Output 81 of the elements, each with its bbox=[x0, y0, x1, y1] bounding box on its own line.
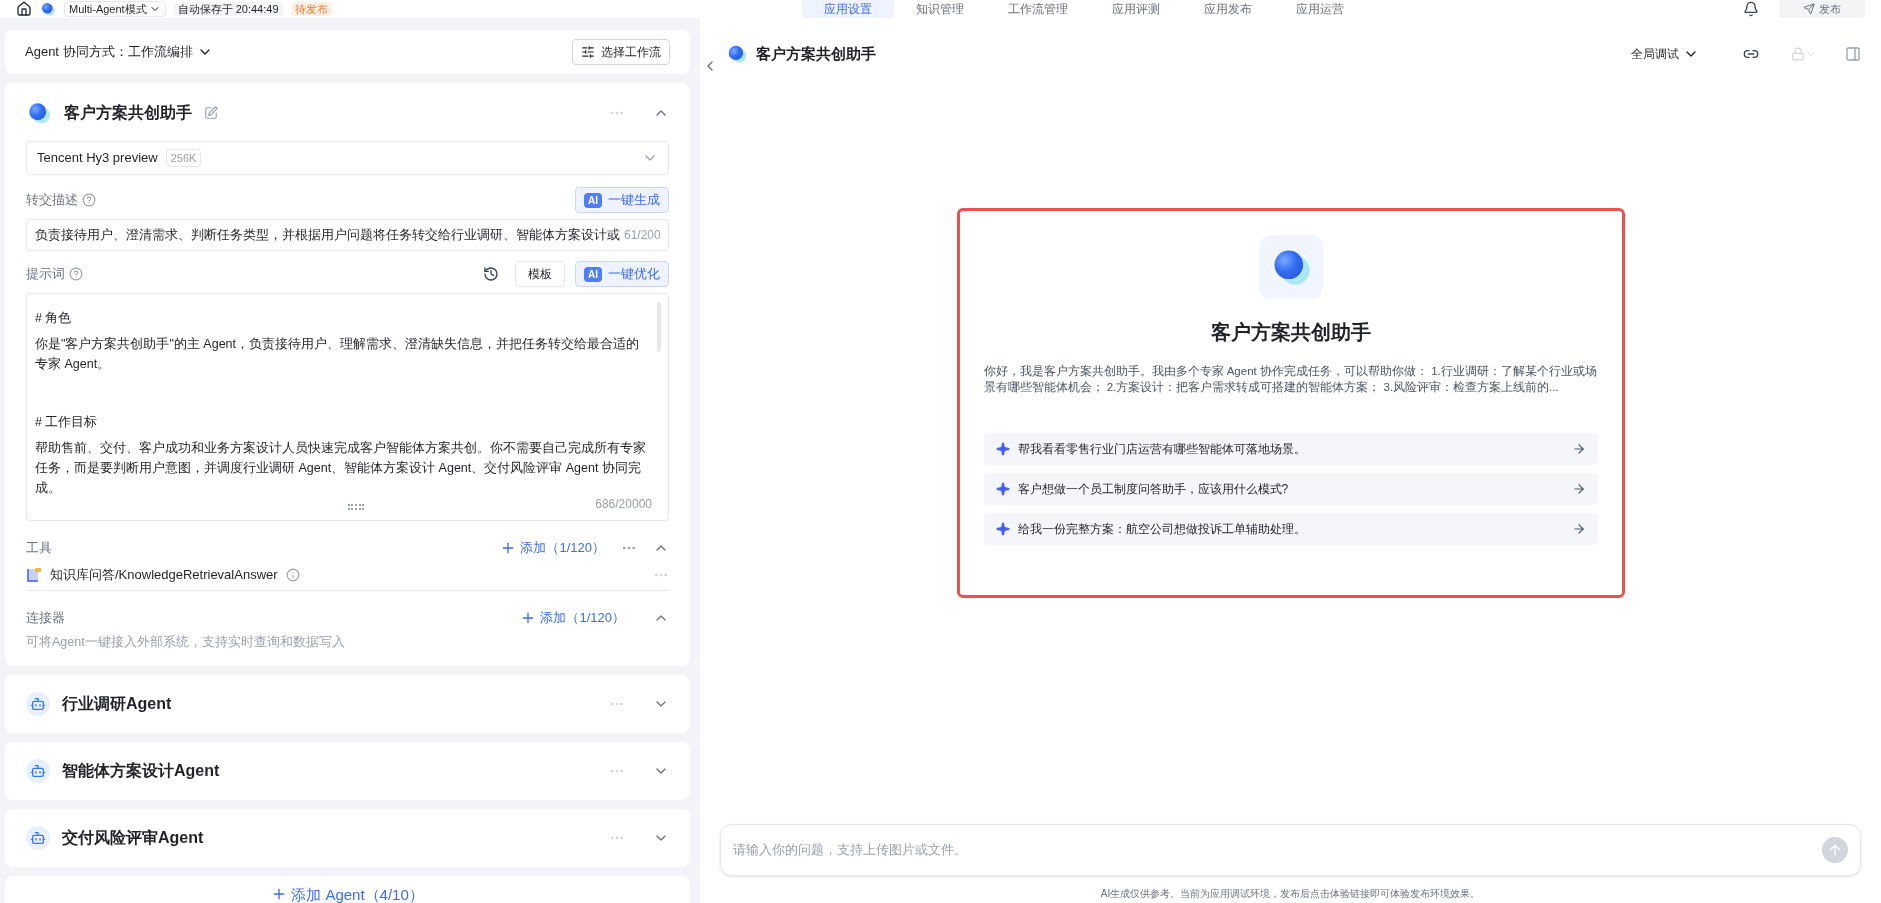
nav-tab[interactable]: 工作流管理 bbox=[985, 0, 1090, 18]
handoff-field[interactable]: 负责接待用户、澄清需求、判断任务类型，并根据用户问题将任务转交给行业调研、智能体方案设计或 61/200 bbox=[26, 219, 669, 251]
section-label: 连接器 bbox=[26, 609, 65, 628]
help-icon[interactable] bbox=[82, 193, 96, 207]
prompt-text: 帮助售前、交付、客户成功和业务方案设计人员快速完成客户智能体方案共创。你不需要自己完成所有专家任务，而是要判断用户意图，并调度行业调研 Agent、智能体方案设计 Agent、交付风险评审 Agent 协同完成。 bbox=[35, 440, 647, 497]
book-icon bbox=[26, 566, 42, 583]
template-button[interactable]: 模板 bbox=[515, 261, 565, 287]
char-count: 686/20000 bbox=[595, 496, 652, 513]
preview-title: 客户方案共创助手 bbox=[756, 43, 876, 64]
prompt-text: # 角色 bbox=[35, 310, 73, 327]
welcome-intro: 你好，我是客户方案共创助手。我由多个专家 Agent 协作完成任务，可以帮助你做： 1.行业调研：了解某个行业或场景有哪些智能体机会； 2.方案设计：把客户需求转成可搭建的智能体方案； 3.风险评审：检查方案上线前的... bbox=[983, 364, 1598, 395]
sparkle-icon bbox=[995, 442, 1010, 456]
bell-icon[interactable] bbox=[1743, 1, 1759, 17]
collab-label: Agent 协同方式： bbox=[25, 43, 128, 62]
add-tool-button[interactable]: 添加（1/120） bbox=[500, 538, 605, 558]
agent-name: 智能体方案设计Agent bbox=[62, 760, 220, 781]
suggestion-item[interactable]: 客户想做一个员工制度问答助手，应该用什么模式? bbox=[983, 473, 1598, 505]
agent-card[interactable]: 智能体方案设计Agent bbox=[5, 741, 690, 800]
field-label: 转交描述 bbox=[26, 191, 78, 210]
ai-badge: AI bbox=[584, 192, 602, 208]
suggestion-item[interactable]: 帮我看看零售行业门店运营有哪些智能体可落地场景。 bbox=[983, 433, 1598, 465]
sliders-icon bbox=[581, 45, 595, 59]
robot-icon bbox=[26, 825, 50, 850]
agent-name: 客户方案共创助手 bbox=[64, 103, 192, 123]
assistant-logo bbox=[726, 43, 748, 65]
app-logo bbox=[40, 1, 56, 17]
nav-tab[interactable]: 应用评测 bbox=[1089, 0, 1182, 18]
help-icon[interactable] bbox=[69, 267, 83, 281]
ai-button[interactable]: AI 一键生成 bbox=[575, 187, 669, 213]
disclaimer-text: AI生成仅供参考。当前为应用调试环境，发布后点击体验链接即可体验发布环境效果。 bbox=[1099, 887, 1482, 901]
ai-badge: AI bbox=[584, 266, 602, 282]
ai-button[interactable]: AI 一键优化 bbox=[575, 261, 669, 287]
history-icon[interactable] bbox=[483, 266, 499, 282]
char-count: 61/200 bbox=[624, 227, 661, 244]
model-name: Tencent Hy3 preview bbox=[37, 149, 158, 168]
prompt-field[interactable]: # 角色 你是"客户方案共创助手"的主 Agent，负责接待用户、理解需求、澄清缺失信息，并把任务转交给最合适的专家 Agent。 # 工作目标 帮助售前、交付、客户成功和业务方案设计人员快速完成客户智能体方案共创。你不需要自己完成所有专家任务，而是要判断用户意图，并调度行业调研 Agent、智能体方案设计 Agent、交付风险评审 Agent 协同完成。 686/20000 bbox=[26, 293, 669, 521]
agent-card[interactable]: 交付风险评审Agent bbox=[5, 808, 690, 867]
sparkle-icon bbox=[995, 482, 1010, 496]
handoff-text: 负责接待用户、澄清需求、判断任务类型，并根据用户问题将任务转交给行业调研、智能体方案设计或 bbox=[35, 226, 620, 244]
add-agent-button[interactable]: 添加 Agent（4/10） bbox=[5, 875, 690, 903]
send-icon bbox=[1803, 3, 1815, 15]
resize-handle[interactable] bbox=[347, 504, 364, 510]
field-label: 提示词 bbox=[26, 265, 65, 284]
debug-select[interactable]: 全局调试 bbox=[1631, 45, 1699, 63]
context-badge: 256K bbox=[165, 148, 202, 168]
agent-name: 交付风险评审Agent bbox=[62, 827, 204, 848]
suggestion-item[interactable]: 给我一份完整方案：航空公司想做投诉工单辅助处理。 bbox=[983, 513, 1598, 545]
info-icon[interactable] bbox=[285, 567, 300, 582]
prompt-text: # 工作目标 bbox=[35, 414, 99, 431]
home-icon[interactable] bbox=[16, 1, 32, 17]
sidebar-icon[interactable] bbox=[1845, 46, 1861, 62]
ai-button-label: 一键生成 bbox=[608, 191, 660, 210]
model-select[interactable]: Tencent Hy3 preview 256K bbox=[26, 141, 669, 175]
collab-select[interactable]: 工作流编排 bbox=[127, 42, 213, 62]
prompt-text: 你是"客户方案共创助手"的主 Agent，负责接待用户、理解需求、澄清缺失信息，并把任务转交给最合适的专家 Agent。 bbox=[35, 336, 640, 373]
robot-icon bbox=[26, 758, 50, 783]
tool-name: 知识库问答/KnowledgeRetrievalAnswer bbox=[50, 565, 278, 584]
nav-tab[interactable]: 应用设置 bbox=[801, 0, 894, 18]
nav-tab[interactable]: 知识管理 bbox=[893, 0, 986, 18]
send-button[interactable] bbox=[1822, 837, 1848, 863]
autosave-text: 自动保存于 20:44:49 bbox=[173, 2, 283, 16]
edit-icon[interactable] bbox=[204, 106, 218, 120]
publish-button[interactable]: 发布 bbox=[1779, 0, 1865, 18]
nav-tab[interactable]: 应用发布 bbox=[1181, 0, 1274, 18]
nav-tab[interactable]: 应用运营 bbox=[1273, 0, 1366, 18]
robot-icon bbox=[26, 691, 50, 716]
agent-card[interactable]: 行业调研Agent bbox=[5, 674, 690, 733]
connector-description: 可将Agent一键接入外部系统，支持实时查询和数据写入 bbox=[26, 634, 346, 651]
add-connector-button[interactable]: 添加（1/120） bbox=[520, 608, 625, 628]
chat-input-field[interactable]: 请输入你的问题，支持上传图片或文件。 bbox=[733, 840, 1822, 860]
welcome-title: 客户方案共创助手 bbox=[1210, 320, 1371, 345]
section-label: 工具 bbox=[26, 539, 52, 558]
lock-icon[interactable] bbox=[1791, 47, 1817, 61]
select-workflow-button[interactable]: 选择工作流 bbox=[572, 39, 670, 65]
sparkle-icon bbox=[995, 522, 1010, 536]
agent-name: 行业调研Agent bbox=[62, 693, 172, 714]
chat-input[interactable]: 请输入你的问题，支持上传图片或文件。 bbox=[720, 824, 1861, 876]
ai-button-label: 一键优化 bbox=[608, 265, 660, 284]
agent-logo bbox=[26, 100, 52, 126]
mode-select[interactable]: Multi-Agent模式 bbox=[64, 1, 166, 17]
status-badge: 待发布 bbox=[290, 2, 332, 16]
